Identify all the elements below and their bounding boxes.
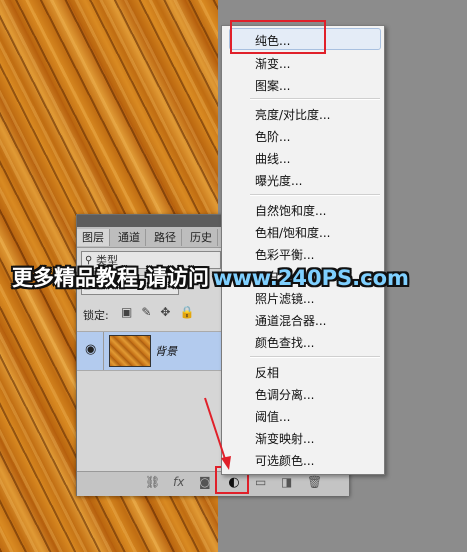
watermark: 更多精品教程,请访问 www.240PS.com	[12, 262, 409, 292]
watermark-url: www.240PS.com	[212, 266, 409, 290]
watermark-text: 更多精品教程,请访问	[12, 266, 209, 290]
